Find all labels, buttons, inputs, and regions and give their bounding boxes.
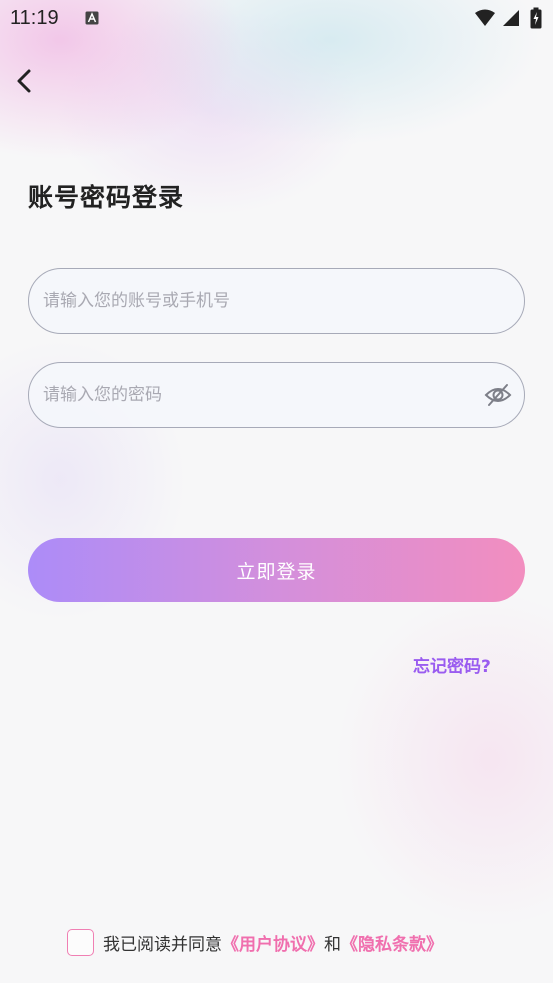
account-input[interactable] <box>43 269 473 333</box>
eye-off-icon[interactable] <box>484 382 512 408</box>
agreement-row: 我已阅读并同意 《用户协议》 和 《隐私条款》 <box>67 928 443 956</box>
user-agreement-link[interactable]: 《用户协议》 <box>222 930 324 955</box>
login-button[interactable]: 立即登录 <box>28 538 525 602</box>
agreement-prefix: 我已阅读并同意 <box>103 934 222 955</box>
signal-icon <box>503 10 519 26</box>
status-time: 11:19 <box>10 7 59 29</box>
account-field[interactable] <box>28 268 525 334</box>
a-letter-icon <box>85 11 99 25</box>
background-gradient <box>0 0 553 983</box>
status-bar: 11:19 <box>0 0 553 38</box>
agreement-checkbox[interactable] <box>67 928 94 956</box>
page-title: 账号密码登录 <box>28 183 185 212</box>
privacy-policy-link[interactable]: 《隐私条款》 <box>341 930 443 955</box>
battery-charging-icon <box>530 7 542 29</box>
agreement-conjunction: 和 <box>324 934 341 955</box>
wifi-icon <box>475 9 495 26</box>
forgot-password-link[interactable]: 忘记密码? <box>413 652 491 677</box>
password-field[interactable] <box>28 362 525 428</box>
back-button[interactable] <box>10 64 40 98</box>
password-input[interactable] <box>43 363 473 427</box>
chevron-left-icon <box>17 69 31 93</box>
